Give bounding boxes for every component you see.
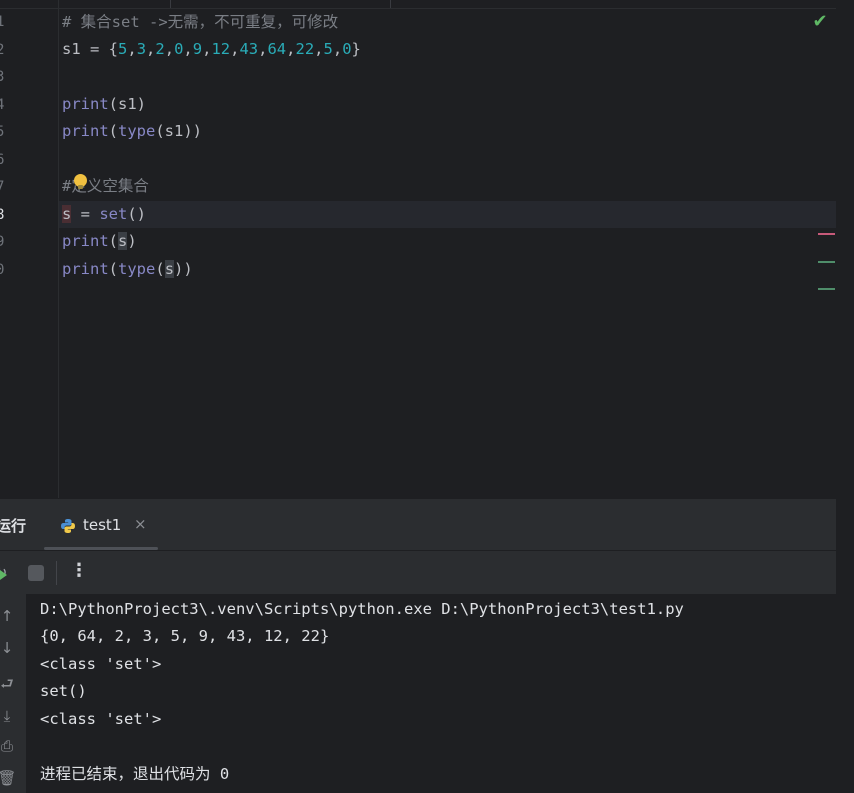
- line-number: 5: [0, 124, 5, 140]
- code-token-number: 0: [342, 40, 352, 58]
- line-number: 1: [0, 14, 5, 30]
- editor-scrollbar[interactable]: [836, 0, 854, 498]
- scroll-to-end-icon[interactable]: ⤓: [0, 706, 17, 726]
- code-token: (): [127, 205, 147, 223]
- code-token-number: 2: [155, 40, 165, 58]
- code-token: (: [108, 232, 119, 250]
- code-token-comma: ,: [146, 40, 156, 58]
- arrow-up-icon[interactable]: ↑: [0, 606, 17, 626]
- console-line: set(): [40, 682, 87, 700]
- print-icon[interactable]: ⎙: [0, 736, 17, 756]
- check-icon[interactable]: ✔: [810, 12, 830, 32]
- close-icon[interactable]: ×: [134, 515, 147, 533]
- code-token: (: [108, 260, 119, 278]
- code-token-print: print: [62, 122, 109, 140]
- code-token: s1 = {: [62, 40, 118, 58]
- tab-divider: [390, 0, 391, 8]
- code-token: (s1): [108, 95, 146, 113]
- code-editor[interactable]: 1 2 3 4 5 6 7 8 9 0 # 集合set ->无需，不可重复，可修…: [0, 0, 854, 498]
- stop-icon[interactable]: [28, 565, 44, 581]
- console-line: {0, 64, 2, 3, 5, 9, 43, 12, 22}: [40, 627, 330, 645]
- code-token-type: type: [118, 260, 156, 278]
- console-output[interactable]: ↑ ↓ ⮐ ⤓ ⎙ 🗑 D:\PythonProject3\.venv\Scri…: [0, 594, 854, 793]
- code-token-comma: ,: [164, 40, 175, 58]
- code-token-type: type: [118, 122, 156, 140]
- line-number: 3: [0, 69, 5, 85]
- code-token: (s1)): [155, 122, 203, 140]
- code-token-comma: ,: [183, 40, 193, 58]
- code-token-number: 9: [192, 40, 203, 58]
- code-token-print: print: [62, 95, 109, 113]
- code-token: ): [127, 232, 137, 250]
- code-token-var: s: [62, 205, 72, 223]
- console-line: <class 'set'>: [40, 655, 162, 673]
- line-number: 6: [0, 152, 5, 168]
- line-number: 7: [0, 179, 5, 195]
- rerun-icon[interactable]: ↻: [0, 563, 12, 583]
- code-line-10[interactable]: print(type(s)): [62, 256, 193, 282]
- code-line-2[interactable]: s1 = {5,3,2,0,9,12,43,64,22,5,0}: [62, 36, 361, 62]
- tab-label: test1: [83, 516, 122, 534]
- gutter-separator: [58, 0, 59, 498]
- code-token-number: 3: [136, 40, 147, 58]
- panel-edge: [836, 498, 854, 594]
- run-panel-title: 运行: [0, 517, 27, 535]
- code-line-1[interactable]: # 集合set ->无需，不可重复，可修改: [62, 9, 338, 35]
- console-exit-line: 进程已结束，退出代码为 0: [40, 765, 230, 783]
- code-token-number: 5: [323, 40, 333, 58]
- current-line-highlight: [59, 201, 836, 228]
- tab-test1[interactable]: test1 ×: [44, 499, 158, 551]
- console-side-toolbar: ↑ ↓ ⮐ ⤓ ⎙ 🗑: [0, 594, 26, 793]
- python-icon: [61, 519, 75, 533]
- more-options-icon[interactable]: ⋮: [70, 560, 88, 581]
- line-number-current: 8: [0, 207, 5, 223]
- trash-icon[interactable]: 🗑: [0, 768, 17, 788]
- code-token-number: 22: [295, 40, 315, 58]
- code-token: }: [351, 40, 361, 58]
- tab-divider: [170, 0, 171, 8]
- code-line-9[interactable]: print(s): [62, 228, 137, 254]
- code-token-comma: ,: [332, 40, 343, 58]
- code-token-set: set: [99, 205, 128, 223]
- code-token: )): [174, 260, 193, 278]
- code-line-4[interactable]: print(s1): [62, 91, 146, 117]
- lightbulb-icon[interactable]: [74, 174, 87, 189]
- line-number: 2: [0, 42, 5, 58]
- console-line: D:\PythonProject3\.venv\Scripts\python.e…: [40, 600, 684, 618]
- code-token: (: [155, 260, 165, 278]
- toolbar-separator: [56, 561, 57, 585]
- change-stripe-marker[interactable]: [818, 261, 835, 263]
- code-token: (: [108, 122, 119, 140]
- line-number: 9: [0, 234, 5, 250]
- code-token-comma: ,: [314, 40, 324, 58]
- code-line-5[interactable]: print(type(s1)): [62, 118, 202, 144]
- editor-tab-strip: [0, 0, 836, 9]
- line-number: 4: [0, 97, 5, 113]
- code-token-number: 64: [267, 40, 287, 58]
- code-token: =: [71, 205, 100, 223]
- arrow-down-icon[interactable]: ↓: [0, 638, 17, 658]
- line-number: 0: [0, 262, 5, 278]
- code-token-number: 5: [118, 40, 128, 58]
- code-token-number: 43: [239, 40, 259, 58]
- code-token-print: print: [62, 232, 109, 250]
- soft-wrap-icon[interactable]: ⮐: [0, 674, 17, 694]
- code-token-print: print: [62, 260, 109, 278]
- code-token-number: 0: [174, 40, 184, 58]
- run-toolbar: ↻ ⋮: [0, 550, 836, 595]
- run-panel-header: 运行 test1 ×: [0, 498, 836, 551]
- error-stripe-marker[interactable]: [818, 233, 835, 235]
- code-token-var: s: [118, 232, 128, 250]
- change-stripe-marker[interactable]: [818, 288, 835, 290]
- code-token-comma: ,: [127, 40, 137, 58]
- code-token-number: 12: [211, 40, 231, 58]
- console-line: <class 'set'>: [40, 710, 162, 728]
- code-line-8[interactable]: s = set(): [62, 201, 146, 227]
- code-token-var: s: [164, 260, 175, 278]
- play-icon: [0, 570, 7, 580]
